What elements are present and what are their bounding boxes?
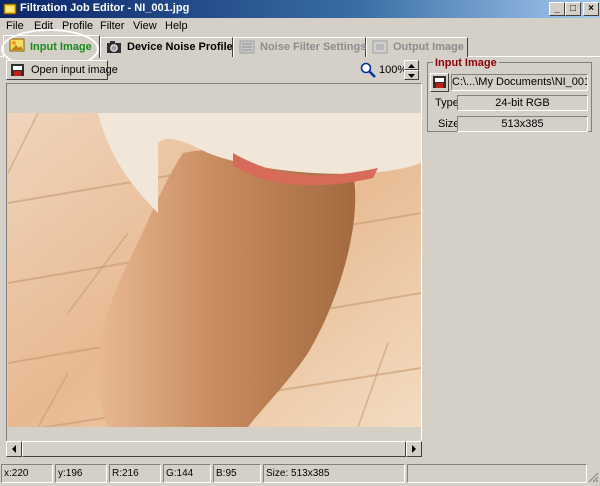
horizontal-scrollbar[interactable] (6, 441, 422, 457)
tab-label: Noise Filter Settings (260, 41, 367, 53)
arrow-left-icon (12, 445, 16, 453)
zoom-down-button[interactable] (404, 70, 419, 80)
scroll-thumb[interactable] (22, 441, 406, 457)
app-icon (3, 3, 17, 15)
window-title: Filtration Job Editor - NI_001.jpg (20, 2, 190, 14)
output-image-icon (372, 40, 388, 54)
menu-filter[interactable]: Filter (100, 18, 124, 35)
open-file-icon (433, 76, 446, 88)
scroll-left-button[interactable] (6, 441, 22, 457)
magnifier-icon[interactable] (360, 62, 376, 78)
type-value: 24-bit RGB (457, 95, 588, 111)
status-y: y:196 (55, 464, 107, 483)
arrow-down-icon (408, 74, 415, 78)
input-photo (8, 113, 421, 427)
resize-grip-icon[interactable] (588, 472, 599, 483)
status-b: B:95 (213, 464, 261, 483)
settings-icon (239, 40, 255, 54)
status-r: R:216 (109, 464, 161, 483)
tab-device-noise-profile[interactable]: Device Noise Profile (100, 37, 233, 57)
close-button[interactable]: × (583, 2, 599, 16)
status-size: Size: 513x385 (263, 464, 405, 483)
title-bar[interactable]: Filtration Job Editor - NI_001.jpg _ □ × (0, 0, 600, 18)
zoom-level: 100% (379, 64, 408, 76)
file-path-field: C:\...\My Documents\NI_001.jpg (451, 74, 588, 91)
open-input-image-button[interactable]: Open input image (6, 60, 118, 80)
status-empty (407, 464, 587, 483)
zoom-spinner[interactable] (404, 60, 419, 80)
open-file-icon (11, 64, 24, 76)
arrow-up-icon (408, 64, 415, 68)
maximize-button[interactable]: □ (565, 2, 581, 16)
tab-noise-filter-settings[interactable]: Noise Filter Settings (233, 37, 366, 57)
status-x: x:220 (1, 464, 53, 483)
input-image-group-title: Input Image (433, 57, 499, 69)
arrow-right-icon (412, 445, 416, 453)
status-bar: x:220 y:196 R:216 G:144 B:95 Size: 513x3… (0, 463, 600, 486)
scroll-right-button[interactable] (406, 441, 422, 457)
minimize-button[interactable]: _ (549, 2, 565, 16)
open-input-image-label: Open input image (31, 64, 118, 76)
menu-help[interactable]: Help (165, 18, 188, 35)
zoom-up-button[interactable] (404, 60, 419, 70)
tab-label: Output Image (393, 41, 464, 53)
size-value: 513x385 (457, 116, 588, 132)
browse-file-button[interactable] (430, 73, 449, 92)
status-g: G:144 (163, 464, 211, 483)
camera-icon (107, 41, 121, 53)
tab-label: Device Noise Profile (127, 41, 233, 53)
tab-output-image[interactable]: Output Image (366, 37, 468, 57)
menu-bar: File Edit Profile Filter View Help (0, 18, 600, 35)
menu-view[interactable]: View (133, 18, 157, 35)
